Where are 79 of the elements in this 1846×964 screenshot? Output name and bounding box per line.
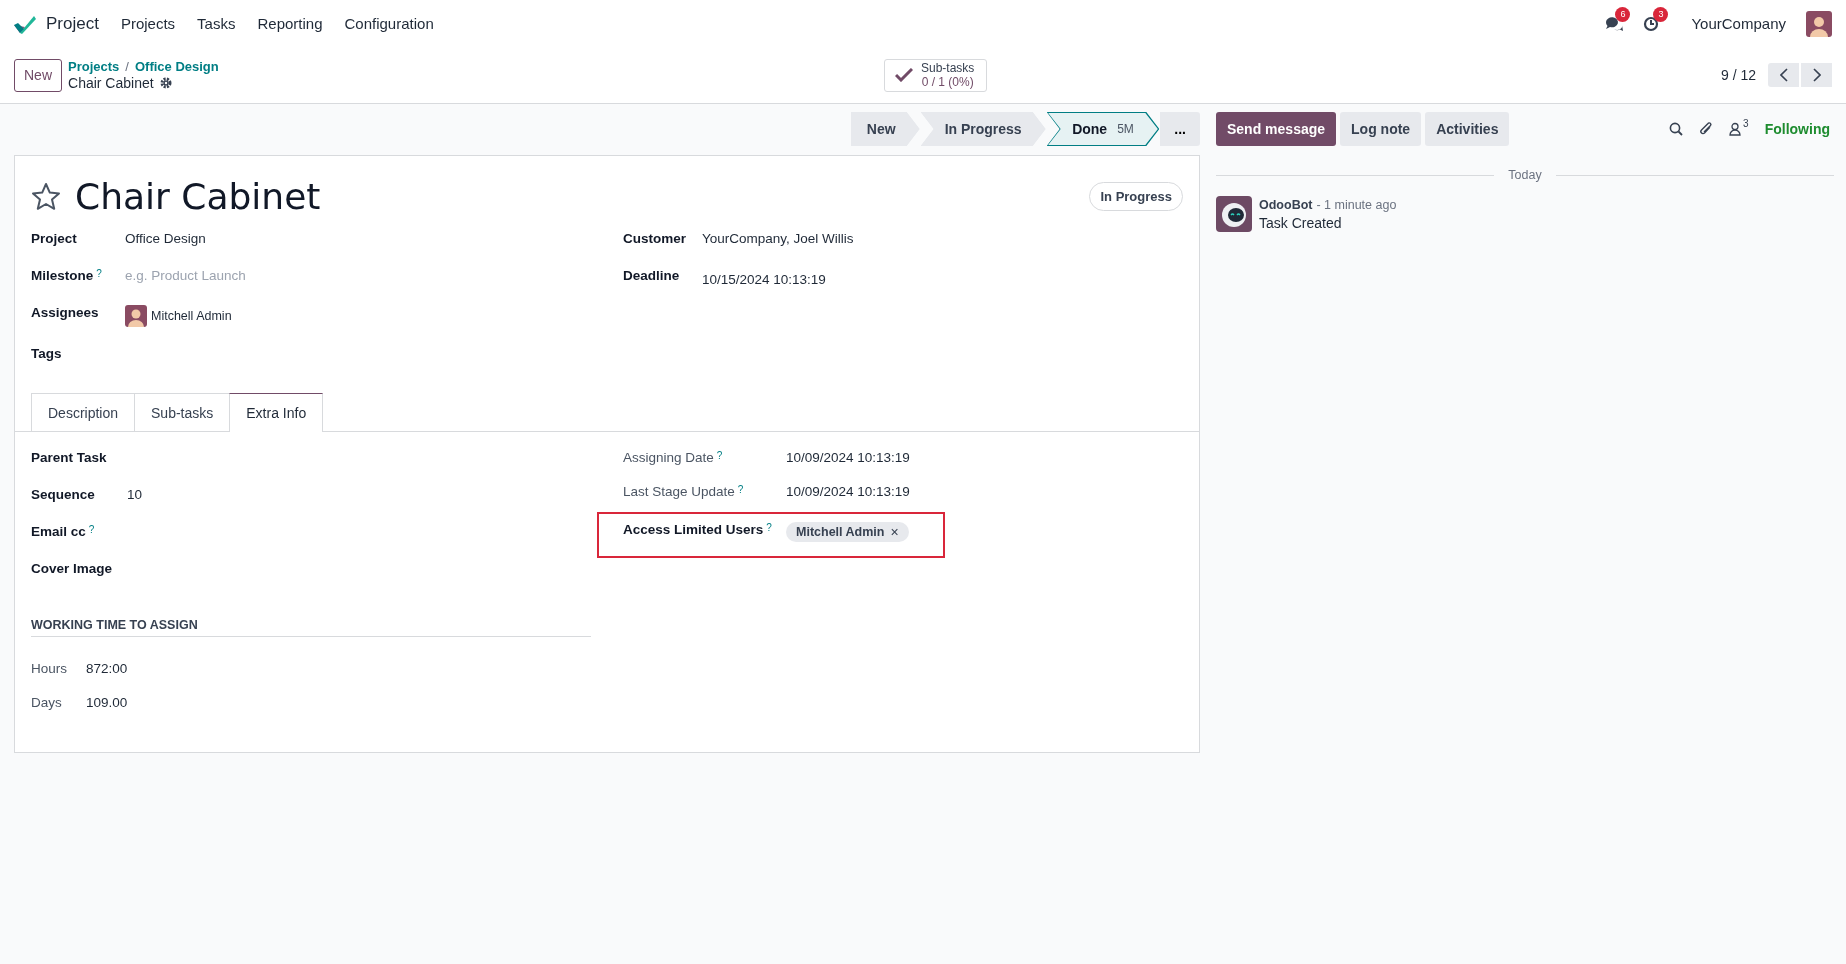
gear-icon[interactable] [159,77,172,89]
field-label: Tags [31,346,62,361]
subtasks-button[interactable]: Sub-tasks 0 / 1 (0%) [884,58,988,92]
field-label: Last Stage Update [623,484,735,499]
user-avatar-icon [125,305,147,327]
chatter-button[interactable]: Activities [1425,112,1510,146]
help-tooltip-mark[interactable]: ? [88,524,95,535]
menu-item[interactable]: Tasks [197,15,236,32]
paperclip-icon[interactable] [1699,121,1714,137]
breadcrumb-link[interactable]: Office Design [134,59,219,74]
field-value: 10/09/2024 10:13:19 [786,484,910,499]
field-label: Access Limited Users [623,522,764,537]
field-label: Days [31,694,63,710]
field-label: Sequence [31,487,95,502]
chevron-right-icon [1812,68,1821,82]
following-button[interactable]: Following [1764,121,1834,137]
chevron-left-icon [1779,68,1788,82]
subtasks-count: 0 / 1 (0%) [921,75,975,89]
field-label: Hours [31,660,68,676]
field-value: 10 [127,487,143,502]
avatar-icon[interactable] [1806,10,1832,37]
assignee-name[interactable]: Mitchell Admin [151,309,232,323]
record-title: Chair Cabinet [75,176,322,217]
breadcrumb-separator: / [125,59,129,74]
chatter-button[interactable]: Log note [1340,112,1422,146]
tab[interactable]: Description [31,393,136,431]
tag-label: Mitchell Admin [796,525,885,539]
menu-item[interactable]: Projects [120,15,176,32]
chat-icon[interactable] [1605,15,1624,32]
person-icon [1729,122,1742,136]
menu-item[interactable]: Reporting [257,15,323,32]
company-name[interactable]: YourCompany [1691,15,1786,32]
search-icon[interactable] [1669,122,1684,136]
field-label: Email cc [31,524,86,539]
count-badge: 3 [1653,6,1669,22]
field-label: Customer [623,231,686,246]
help-tooltip-mark[interactable]: ? [766,522,772,533]
field-value: Office Design [125,231,206,246]
stage-button[interactable]: Done 5M [1046,112,1160,146]
count-badge: 6 [1615,6,1631,22]
help-tooltip-mark[interactable]: ? [96,268,102,279]
next-button[interactable] [1801,63,1832,87]
check-icon [895,68,913,82]
chatter-button[interactable]: Send message [1216,112,1337,146]
message-author[interactable]: OdooBot [1259,198,1313,212]
new-button[interactable]: New [14,58,62,92]
subtasks-label: Sub-tasks [921,61,975,75]
message-time: - 1 minute ago [1316,198,1397,212]
message-text: Task Created [1259,215,1343,231]
field-label: Project [31,231,77,246]
state-button[interactable]: In Progress [1089,182,1183,211]
stage-duration: 5M [1117,122,1134,136]
section-heading: WORKING TIME TO ASSIGN [31,618,591,637]
pager-value: 9 / 12 [1720,67,1756,83]
help-tooltip-mark[interactable]: ? [737,484,744,495]
field-value: 109.00 [86,694,128,710]
robot-avatar-icon [1216,196,1252,232]
breadcrumb-link[interactable]: Projects [68,59,120,74]
field-value: 10/09/2024 10:13:19 [786,450,910,465]
field-value: 10/15/2024 10:13:19 [702,272,826,287]
field-label: Assignees [31,305,99,320]
star-icon[interactable] [31,182,61,211]
record-name: Chair Cabinet [68,75,154,91]
field-label: Parent Task [31,450,107,465]
more-stages-button[interactable]: ... [1160,112,1200,146]
help-tooltip-mark[interactable]: ? [716,450,723,461]
field-label: Deadline [623,268,680,283]
app-name[interactable]: Project [46,13,99,34]
menu-item[interactable]: Configuration [344,15,434,32]
field-label: Assigning Date [623,450,714,465]
date-separator: Today [1494,168,1556,182]
remove-tag-button[interactable]: × [890,524,899,540]
field-label: Cover Image [31,561,113,576]
field-value: YourCompany, Joel Willis [702,231,854,246]
previous-button[interactable] [1768,63,1799,87]
followers-count: 3 [1743,118,1749,129]
field-label: Milestone [31,268,94,283]
tab[interactable]: Extra Info [229,393,324,432]
field-value: 872:00 [86,660,128,676]
